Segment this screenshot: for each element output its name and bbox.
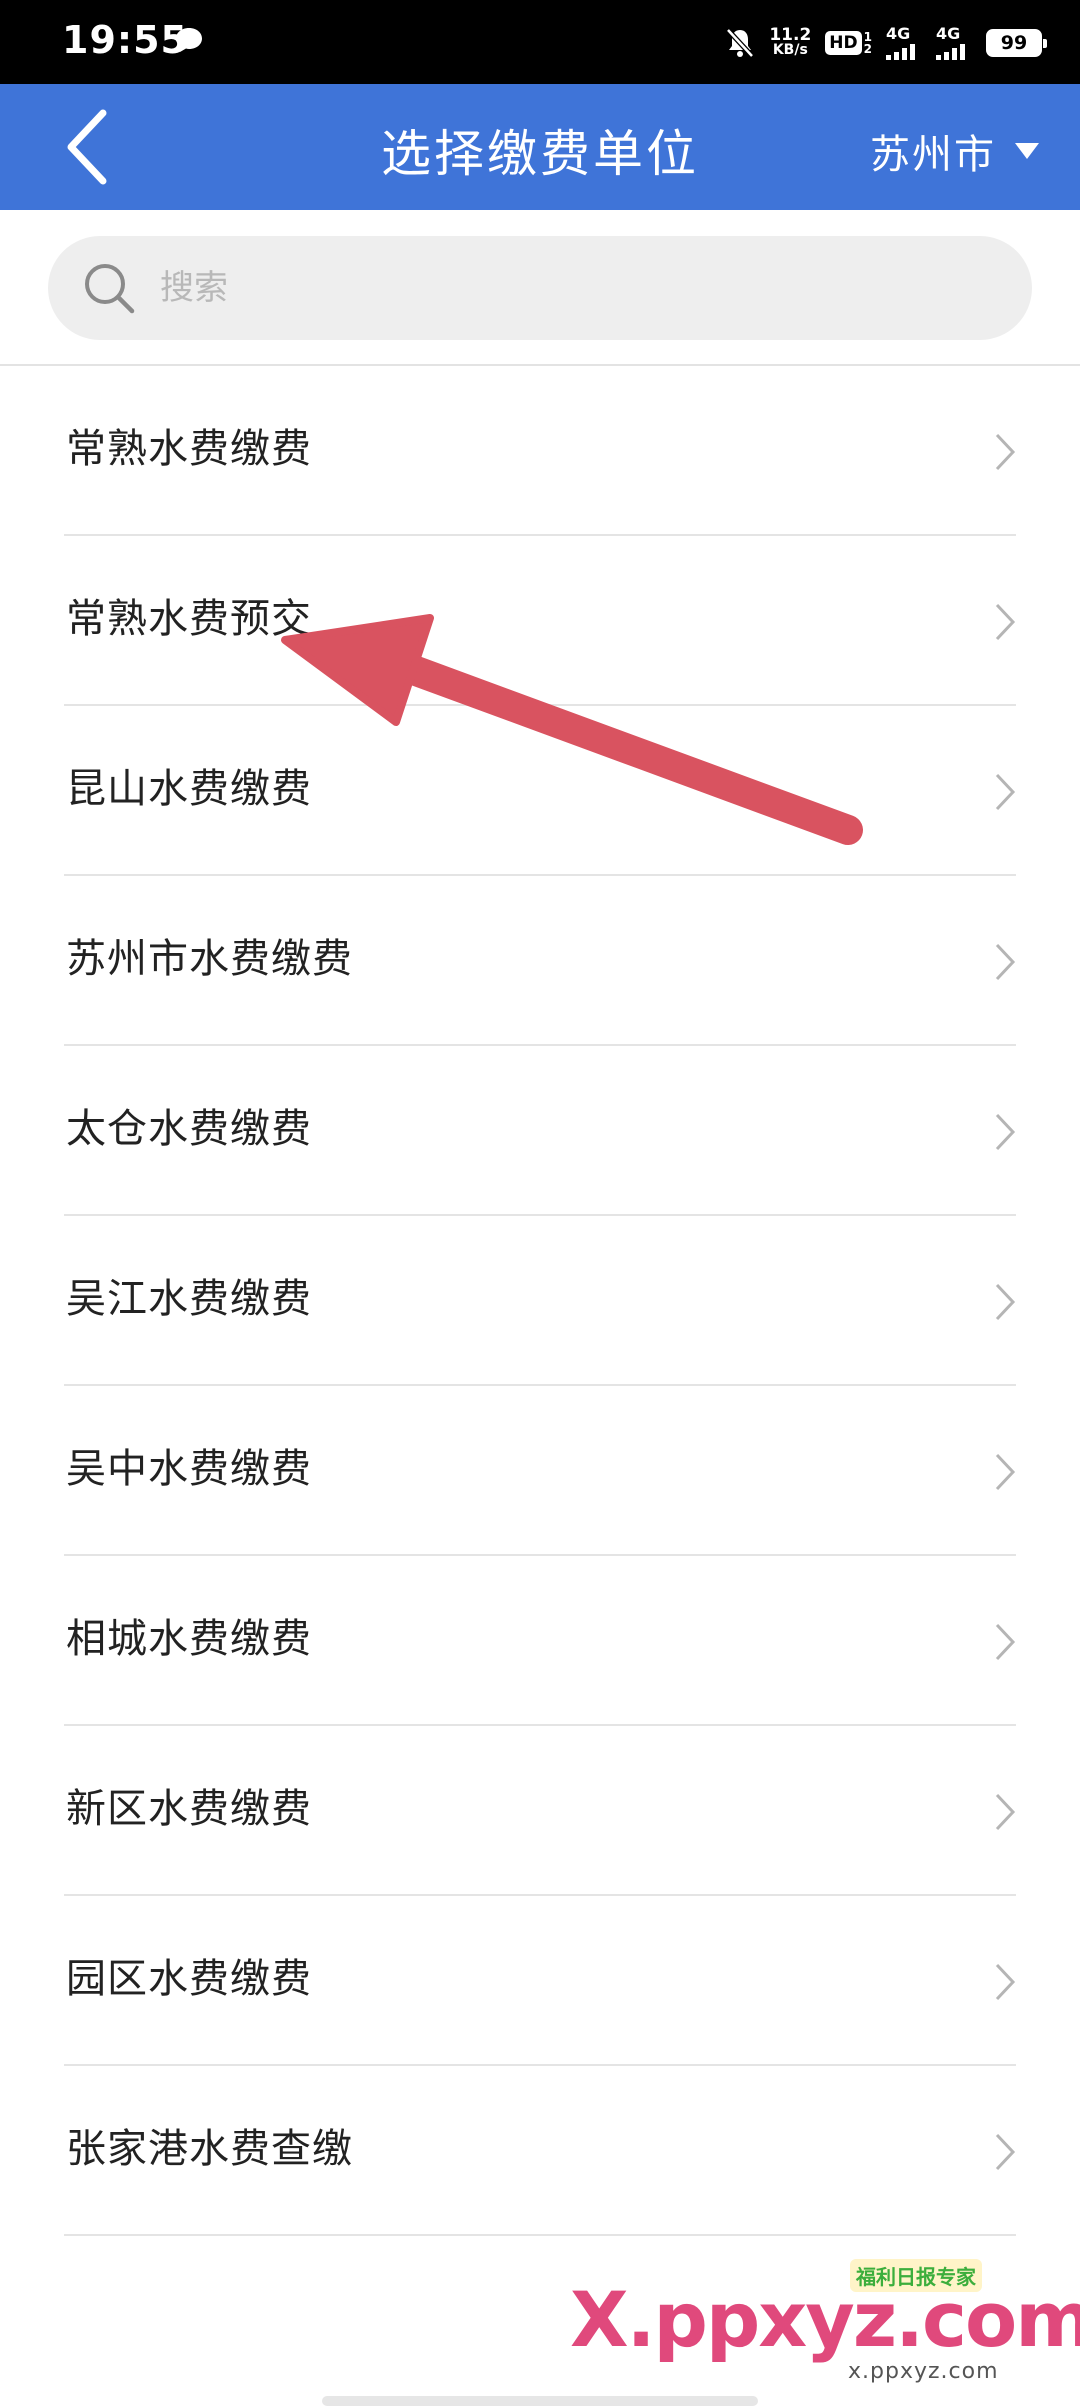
chevron-right-icon [995,943,1016,981]
status-time: 19:55 [62,18,188,62]
watermark-text: X.ppxyz.com [570,2275,1080,2364]
chevron-right-icon [995,603,1016,641]
home-indicator [322,2396,758,2406]
list-item-label: 苏州市水费缴费 [66,936,353,982]
list-item[interactable]: 吴中水费缴费 [0,1386,1080,1556]
list-item-label: 吴江水费缴费 [66,1276,312,1322]
list-item-label: 常熟水费缴费 [66,426,312,472]
search-icon [85,264,135,314]
battery-icon: 99 [986,29,1047,57]
signal-icon: 4G [886,26,922,60]
chevron-right-icon [995,1963,1016,2001]
chat-bubble-icon [174,26,204,58]
list-item-label: 园区水费缴费 [66,1956,312,2002]
status-indicators: 11.2 KB/s HD 1 2 4G 4G 99 [725,18,1047,68]
payment-unit-list: 常熟水费缴费 常熟水费预交 昆山水费缴费 苏州市水费缴费 太仓水费缴费 吴江水费… [0,366,1080,2236]
list-item-label: 昆山水费缴费 [66,766,312,812]
watermark-url: x.ppxyz.com [848,2359,999,2384]
network-speed: 11.2 KB/s [769,25,812,58]
list-item[interactable]: 苏州市水费缴费 [0,876,1080,1046]
list-item-label: 新区水费缴费 [66,1786,312,1832]
search-area [0,210,1080,365]
list-item-label: 太仓水费缴费 [66,1106,312,1152]
list-item[interactable]: 吴江水费缴费 [0,1216,1080,1386]
list-item[interactable]: 园区水费缴费 [0,1896,1080,2066]
search-input[interactable] [160,268,980,308]
list-item[interactable]: 昆山水费缴费 [0,706,1080,876]
list-item[interactable]: 新区水费缴费 [0,1726,1080,1896]
chevron-right-icon [995,773,1016,811]
list-item-label: 相城水费缴费 [66,1616,312,1662]
watermark: 福利日报专家 X.ppxyz.com x.ppxyz.com [570,2255,1080,2385]
list-item[interactable]: 太仓水费缴费 [0,1046,1080,1216]
divider [64,2234,1016,2236]
chevron-right-icon [995,1113,1016,1151]
city-selector[interactable]: 苏州市 [870,122,1040,180]
chevron-right-icon [995,2133,1016,2171]
city-label: 苏州市 [870,132,996,178]
list-item[interactable]: 相城水费缴费 [0,1556,1080,1726]
status-bar: 19:55 11.2 KB/s HD 1 2 4G 4G 99 [0,0,1080,84]
list-item[interactable]: 张家港水费查缴 [0,2066,1080,2236]
list-item-label: 张家港水费查缴 [66,2126,353,2172]
list-item[interactable]: 常熟水费预交 [0,536,1080,706]
caret-down-icon [1015,143,1039,159]
list-item[interactable]: 常熟水费缴费 [0,366,1080,536]
chevron-right-icon [995,1623,1016,1661]
signal-icon: 4G [936,26,972,60]
hd-indicator: HD 1 2 [825,31,872,55]
mute-bell-icon [725,27,755,59]
chevron-right-icon [995,1793,1016,1831]
chevron-right-icon [995,1283,1016,1321]
list-item-label: 常熟水费预交 [66,596,312,642]
list-item-label: 吴中水费缴费 [66,1446,312,1492]
app-header: 选择缴费单位 苏州市 [0,84,1080,210]
app-screen: 19:55 11.2 KB/s HD 1 2 4G 4G 99 选择缴费单位 苏… [0,0,1080,2408]
search-box[interactable] [48,236,1032,340]
chevron-right-icon [995,433,1016,471]
chevron-right-icon [995,1453,1016,1491]
